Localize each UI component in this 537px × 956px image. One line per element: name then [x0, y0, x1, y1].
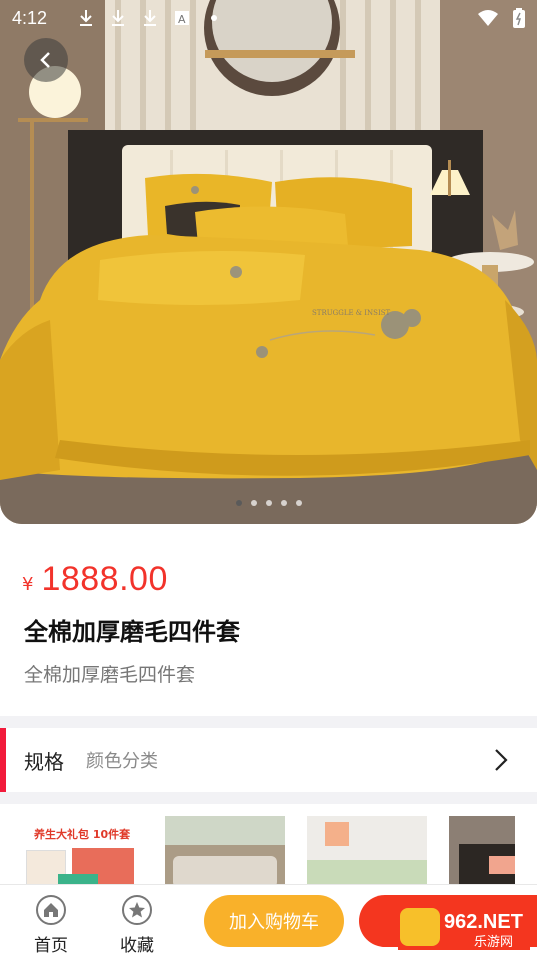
nav-home-label: 首页	[34, 936, 68, 956]
svg-text:STRUGGLE & INSIST: STRUGGLE & INSIST	[312, 309, 391, 317]
download-icon	[107, 7, 129, 29]
star-icon	[122, 895, 152, 925]
download-icon	[139, 7, 161, 29]
status-bar: 4:12 A	[0, 0, 537, 36]
nav-favorite-label: 收藏	[120, 936, 154, 956]
battery-icon	[513, 8, 525, 28]
site-watermark: 962.NET 乐游网	[398, 904, 530, 950]
pillow-image	[489, 856, 515, 874]
watermark-logo: 962.NET 乐游网	[398, 904, 530, 950]
section-divider	[0, 716, 537, 728]
bedding-photo: STRUGGLE & INSIST	[0, 0, 537, 524]
download-icon	[75, 7, 97, 29]
home-icon	[36, 895, 66, 925]
chevron-right-icon	[493, 747, 509, 777]
price: ¥ 1888.00	[22, 560, 168, 599]
spec-value: 颜色分类	[86, 751, 158, 772]
price-value: 1888.00	[41, 560, 168, 598]
nav-home[interactable]: 首页	[21, 895, 81, 956]
spec-selector[interactable]: 规格 颜色分类	[0, 728, 537, 792]
dot-icon	[203, 7, 225, 29]
back-button[interactable]	[24, 38, 68, 82]
carousel-dot[interactable]	[280, 500, 287, 506]
product-title: 全棉加厚磨毛四件套	[24, 618, 240, 646]
product-subtitle: 全棉加厚磨毛四件套	[24, 664, 196, 686]
carousel-dot[interactable]	[265, 500, 272, 506]
svg-text:962.NET: 962.NET	[444, 911, 523, 933]
product-image-carousel[interactable]: STRUGGLE & INSIST 4:12 A	[0, 0, 537, 524]
clock: 4:12	[12, 7, 48, 28]
thumbnail-bedroom-2[interactable]	[307, 816, 427, 888]
thumbnail-gift-pack[interactable]: 养生大礼包 10件套	[22, 816, 140, 888]
add-to-cart-button[interactable]: 加入购物车	[204, 895, 344, 947]
carousel-dot[interactable]	[250, 500, 257, 506]
section-divider	[0, 792, 537, 804]
spec-label: 规格	[24, 749, 64, 774]
text-a-icon: A	[171, 7, 193, 29]
recommend-thumbnails: 养生大礼包 10件套	[0, 806, 537, 888]
thumbnail-bedroom-1[interactable]	[165, 816, 285, 888]
currency-symbol: ¥	[22, 574, 34, 595]
nav-favorite[interactable]: 收藏	[107, 895, 167, 956]
carousel-indicator	[0, 500, 537, 506]
wall-art-image	[325, 822, 349, 846]
spec-accent-bar	[0, 728, 6, 792]
svg-text:乐游网: 乐游网	[474, 935, 513, 950]
thumbnail-bedroom-3[interactable]	[449, 816, 515, 888]
wifi-icon	[477, 9, 499, 27]
carousel-dot[interactable]	[235, 500, 242, 506]
carousel-dot[interactable]	[295, 500, 302, 506]
svg-text:A: A	[178, 13, 186, 26]
product-detail-page: STRUGGLE & INSIST 4:12 A ¥ 1888.00 全棉加厚磨…	[0, 0, 537, 956]
thumbnail-banner-text: 养生大礼包 10件套	[34, 828, 131, 841]
back-arrow-icon	[36, 50, 56, 70]
